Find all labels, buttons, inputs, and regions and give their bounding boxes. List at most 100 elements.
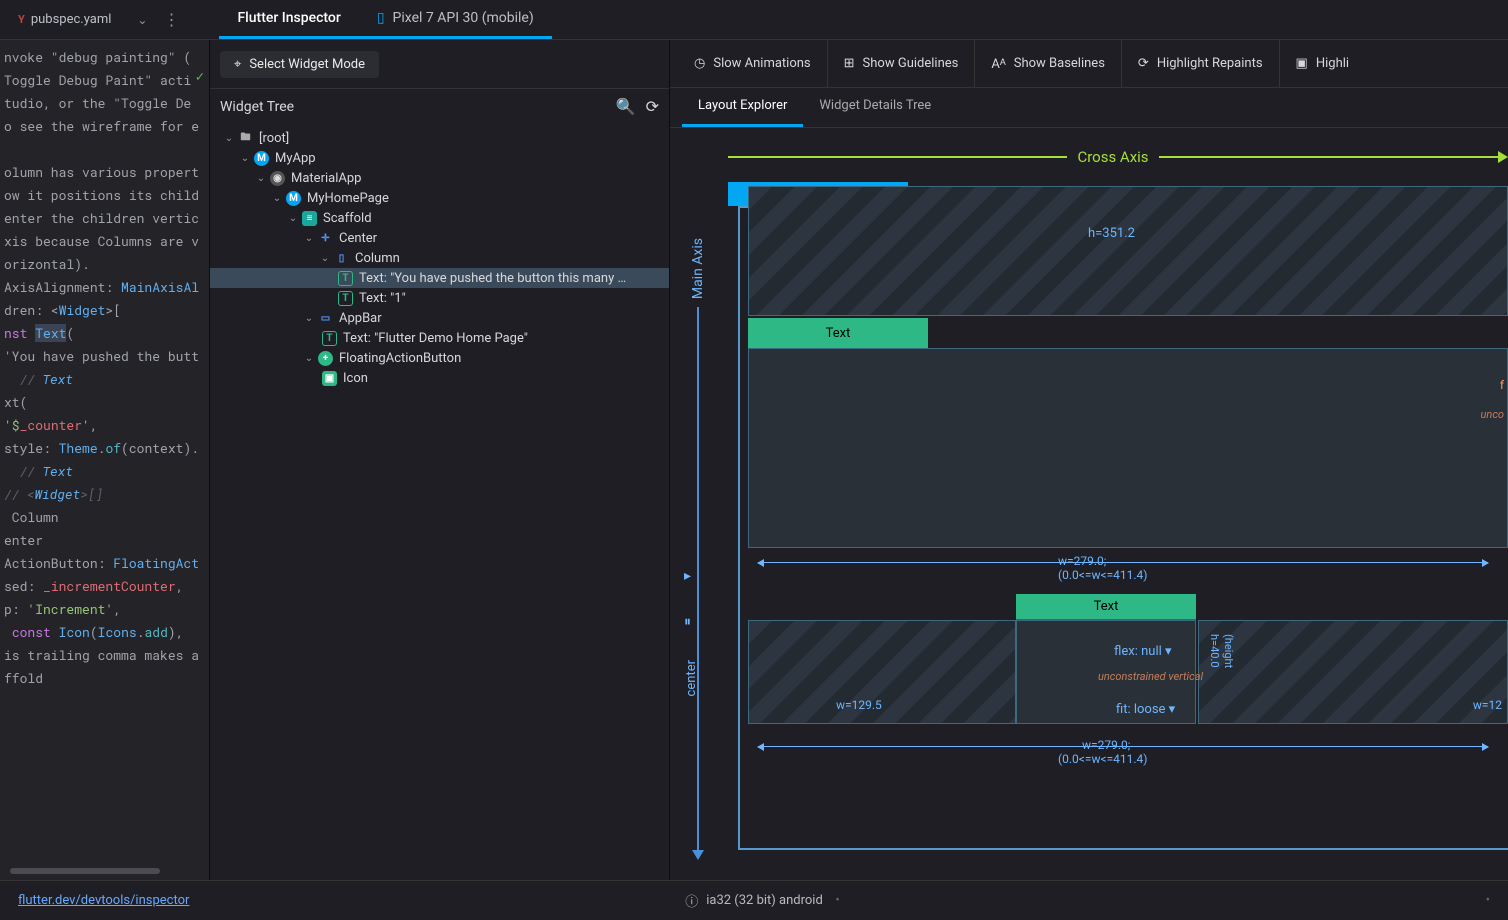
pause-icon[interactable]: ⏸ [684,614,699,630]
search-icon[interactable]: 🔍 [616,97,636,116]
widget-tree-panel: ⌖ Select Widget Mode Widget Tree 🔍 ⟳ ⌄🖿[… [210,40,670,880]
file-tab-pubspec[interactable]: Y pubspec.yaml ⌄ ⋮ [8,10,189,29]
devtools-link[interactable]: flutter.dev/devtools/inspector [18,893,189,908]
highlight-repaints-button[interactable]: ⟳Highlight Repaints [1122,40,1280,88]
width-12-label: w=12 [1473,698,1502,712]
code-line[interactable]: nst Text( [4,322,205,345]
horizontal-scrollbar[interactable] [10,868,160,874]
unconstrained-label: unco [1481,408,1504,421]
code-line[interactable]: AxisAlignment: MainAxisAl [4,276,205,299]
code-line[interactable]: // Text [4,460,205,483]
code-line[interactable]: p: 'Increment', [4,598,205,621]
code-line[interactable]: enter [4,529,205,552]
code-line[interactable]: orizontal). [4,253,205,276]
code-line[interactable]: Column [4,506,205,529]
highlight-button[interactable]: ▣Highli [1280,40,1366,88]
tree-node-fab[interactable]: ⌄+FloatingActionButton [210,348,669,368]
tree-node-text2[interactable]: TText: "1" [210,288,669,308]
code-line[interactable] [4,138,205,161]
widget-icon: M [286,191,301,206]
code-line[interactable]: tudio, or the "Toggle De [4,92,205,115]
code-line[interactable]: 'You have pushed the butt [4,345,205,368]
platform-status: ia32 (32 bit) android [706,893,823,908]
image-icon: ▣ [1296,56,1308,71]
layout-sub-tabs: Layout Explorer Widget Details Tree [670,88,1508,128]
widget-tree[interactable]: ⌄🖿[root] ⌄MMyApp ⌄◉MaterialApp ⌄MMyHomeP… [210,124,669,880]
code-line[interactable]: style: Theme.of(context). [4,437,205,460]
code-line[interactable]: // Text [4,368,205,391]
scaffold-icon: ≡ [302,211,317,226]
tree-node-materialapp[interactable]: ⌄◉MaterialApp [210,168,669,188]
spacer-zone-2l [748,620,1016,724]
text-chip-2[interactable]: Text [1016,594,1196,620]
code-line[interactable]: ActionButton: FloatingAct [4,552,205,575]
code-line[interactable]: dren: <Widget>[ [4,299,205,322]
text-icon: T [338,271,353,286]
cross-axis-arrow: Cross Axis [728,148,1508,166]
widget-tree-title: Widget Tree [220,99,294,115]
code-line[interactable]: xis because Columns are v [4,230,205,253]
more-icon[interactable]: ⋮ [163,10,179,29]
repaint-icon: ⟳ [1138,56,1149,71]
code-editor[interactable]: ✓ nvoke "debug painting" (Toggle Debug P… [0,40,210,880]
spacer-zone-1 [748,186,1508,316]
code-line[interactable]: sed: _incrementCounter, [4,575,205,598]
fit-loose-dropdown[interactable]: fit: loose [1116,702,1175,717]
code-line[interactable]: enter the children vertic [4,207,205,230]
tree-node-appbar-text[interactable]: TText: "Flutter Demo Home Page" [210,328,669,348]
code-line[interactable]: olumn has various propert [4,161,205,184]
tree-node-myhomepage[interactable]: ⌄MMyHomePage [210,188,669,208]
widget-icon: ◉ [270,171,285,186]
tree-node-icon[interactable]: ▣Icon [210,368,669,388]
tree-node-scaffold[interactable]: ⌄≡Scaffold [210,208,669,228]
tree-node-appbar[interactable]: ⌄▭AppBar [210,308,669,328]
tab-flutter-inspector[interactable]: Flutter Inspector [219,0,358,39]
text-chip-1[interactable]: Text [748,318,928,348]
info-icon: ⓘ [685,891,698,910]
code-line[interactable]: ffold [4,667,205,690]
top-tab-bar: Y pubspec.yaml ⌄ ⋮ Flutter Inspector ▯ P… [0,0,1508,40]
tab-layout-explorer[interactable]: Layout Explorer [682,88,803,127]
refresh-icon[interactable]: ⟳ [646,97,659,116]
show-baselines-button[interactable]: AᴬShow Baselines [975,40,1122,88]
layout-toolbar: ◷Slow Animations ⊞Show Guidelines AᴬShow… [670,40,1508,88]
width-129-label: w=129.5 [836,698,882,712]
code-line[interactable]: nvoke "debug painting" ( [4,46,205,69]
status-bar: flutter.dev/devtools/inspector • ⓘ ia32 … [0,880,1508,920]
code-line[interactable]: xt( [4,391,205,414]
tree-node-column[interactable]: ⌄▯Column [210,248,669,268]
tree-node-root[interactable]: ⌄🖿[root] [210,128,669,148]
code-line[interactable]: Toggle Debug Paint" acti [4,69,205,92]
tab-device[interactable]: ▯ Pixel 7 API 30 (mobile) [359,0,552,39]
select-widget-mode-button[interactable]: ⌖ Select Widget Mode [220,51,379,78]
layout-explorer-diagram[interactable]: Cross Axis Main Axis ▸ ⏸ center Column [670,128,1508,880]
show-guidelines-button[interactable]: ⊞Show Guidelines [828,40,976,88]
tab-widget-details[interactable]: Widget Details Tree [803,88,947,127]
image-icon: ▣ [322,371,337,386]
chevron-down-icon[interactable]: ⌄ [137,13,147,27]
appbar-icon: ▭ [318,311,333,326]
width-label-2a: w=279.0; [1082,738,1130,752]
code-line[interactable]: is trailing comma makes a [4,644,205,667]
spacer-zone-2r [1198,620,1508,724]
code-line[interactable]: const Icon(Icons.add), [4,621,205,644]
slow-animations-button[interactable]: ◷Slow Animations [678,40,828,88]
timer-icon: ◷ [694,56,705,71]
guidelines-icon: ⊞ [844,56,855,71]
flex-null-dropdown[interactable]: flex: null [1114,644,1172,659]
tree-node-text1[interactable]: TText: "You have pushed the button this … [210,268,669,288]
center-align-label: center [684,660,699,696]
code-line[interactable]: ow it positions its child [4,184,205,207]
text-box-1[interactable] [748,348,1508,548]
code-line[interactable]: o see the wireframe for e [4,115,205,138]
file-name: pubspec.yaml [31,12,112,27]
play-icon[interactable]: ▸ [684,568,699,584]
layout-panel: ◷Slow Animations ⊞Show Guidelines AᴬShow… [670,40,1508,880]
tree-node-myapp[interactable]: ⌄MMyApp [210,148,669,168]
width-label-1a: w=279.0; [1058,554,1106,568]
code-line[interactable]: '$_counter', [4,414,205,437]
fab-icon: + [318,351,333,366]
tree-node-center[interactable]: ⌄✛Center [210,228,669,248]
code-line[interactable]: // <Widget>[] [4,483,205,506]
unconstrained-vertical-label: unconstrained vertical [1098,670,1203,683]
